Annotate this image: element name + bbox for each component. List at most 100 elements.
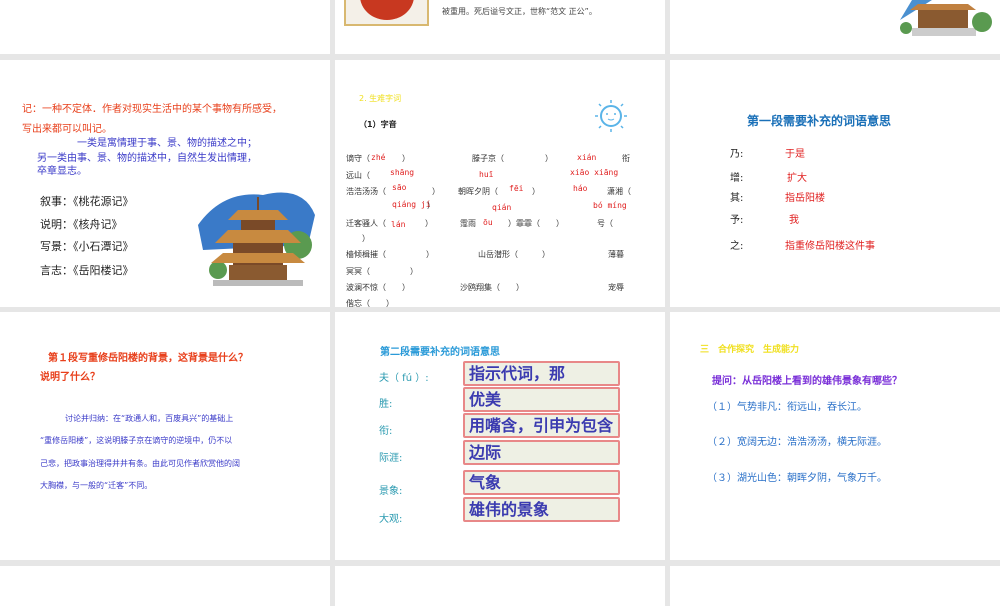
list-item: 言志：《岳阳楼记》 — [40, 264, 134, 277]
answer-line: （２）宽阔无边：浩浩汤汤，横无际涯。 — [707, 437, 887, 448]
term-label: 乃: — [730, 149, 744, 160]
vocab-word: 迁客骚人（ — [346, 219, 386, 228]
vocab-word: 朝晖夕阴（ — [458, 187, 498, 196]
slide-title: 第一段需要补充的词语意思 — [747, 114, 892, 128]
description-line: 卒章显志。 — [37, 166, 87, 177]
section-heading: 三 合作探究 生成能力 — [700, 345, 800, 355]
term-meaning: 扩大 — [787, 173, 807, 184]
sun-icon — [595, 100, 627, 132]
vocab-word: 冥冥（ ） — [346, 267, 418, 276]
term-label: 衔: — [379, 426, 393, 437]
pinyin: qián — [492, 203, 512, 212]
term-label: 际涯: — [379, 453, 403, 464]
vocab-paren: ） — [362, 234, 370, 243]
pinyin: huī — [479, 170, 494, 179]
meaning-box: 优美 — [463, 387, 620, 412]
list-item: 写景：《小石潭记》 — [40, 240, 134, 253]
meaning-box: 指示代词，那 — [463, 361, 620, 386]
term-meaning: 指重修岳阳楼这件事 — [785, 241, 875, 252]
slide-thumbnail[interactable]: 被重用。死后谥号文正，世称“范文 正公”。 — [335, 0, 665, 54]
list-item: 说明：《核舟记》 — [40, 218, 123, 231]
definition-line: 写出来都可以叫记。 — [22, 124, 112, 135]
pinyin: lán — [391, 220, 406, 229]
slide-text: 被重用。死后谥号文正，世称“范文 正公”。 — [442, 7, 597, 16]
pinyin: zhé — [371, 153, 386, 162]
term-label: 其: — [730, 193, 744, 204]
vocab-word: 滕子京（ — [472, 154, 504, 163]
portrait-image — [344, 0, 429, 26]
question-line: 第１段写重修岳阳楼的背景，这背景是什么？ — [48, 353, 248, 364]
section-heading: 2. 生难字词 — [359, 94, 402, 103]
slide-thumbnail[interactable]: 第二段需要补充的词语意思 夫（ fú ）: 胜: 衔: 际涯: 景象: 大观: … — [335, 312, 665, 560]
vocab-word: 号（ — [597, 219, 613, 228]
slide-title: 第二段需要补充的词语意思 — [380, 347, 500, 358]
vocab-word: 衔 — [622, 154, 630, 163]
term-meaning: 我 — [789, 215, 799, 226]
pinyin: xiāo xiāng — [570, 168, 619, 177]
vocab-word: 樯倾楫摧（ ） — [346, 250, 434, 259]
vocab-word: 宠辱 — [608, 283, 624, 292]
vocab-word: 薄暮 — [608, 250, 624, 259]
answer-line: 讨论并归纳：在“政通人和，百废具兴”的基础上 — [65, 414, 234, 423]
vocab-word: 浩浩汤汤（ — [346, 187, 386, 196]
question-line: 提问：从岳阳楼上看到的雄伟景象有哪些？ — [712, 376, 902, 387]
slide-thumbnail[interactable] — [0, 566, 330, 606]
term-meaning: 于是 — [785, 149, 805, 160]
slide-thumbnail[interactable]: 记：一种不定体．作者对现实生活中的某个事物有所感受， 写出来都可以叫记。 一类是… — [0, 60, 330, 307]
sub-heading: （1）字音 — [359, 120, 397, 129]
slide-thumbnail[interactable] — [335, 566, 665, 606]
vocab-word: 霪雨 — [460, 219, 476, 228]
vocab-paren: ） — [427, 201, 435, 210]
vocab-word: 偕忘（ ） — [346, 299, 394, 307]
term-label: 增: — [730, 173, 744, 184]
term-label: 大观: — [379, 514, 403, 525]
slide-thumbnail[interactable]: 第１段写重修岳阳楼的背景，这背景是什么？ 说明了什么？ 讨论并归纳：在“政通人和… — [0, 312, 330, 560]
pinyin: shāng — [390, 168, 415, 177]
slide-thumbnail[interactable]: 2. 生难字词 （1）字音 谪守（ zhé ） 滕子京（ ） xián 衔 远山… — [335, 60, 665, 307]
vocab-paren: ） — [545, 154, 553, 163]
vocab-word: 山岳潜形（ ） — [478, 250, 550, 259]
vocab-word: 沙鸥翔集（ ） — [460, 283, 524, 292]
term-label: 景象: — [379, 486, 403, 497]
description-line: 一类是寓情理于事、景、物的描述之中； — [77, 138, 257, 149]
slide-thumbnail[interactable] — [670, 566, 1000, 606]
list-item: 叙事：《桃花源记》 — [40, 195, 134, 208]
term-meaning: 指岳阳楼 — [785, 193, 825, 204]
term-label: 予: — [730, 215, 744, 226]
slide-thumbnail[interactable] — [0, 0, 330, 54]
slide-thumbnail[interactable] — [670, 0, 1000, 54]
pavilion-image — [198, 192, 315, 286]
vocab-word: ）霏霏（ ） — [508, 219, 564, 228]
term-label: 胜: — [379, 399, 393, 410]
term-label: 之: — [730, 241, 744, 252]
slide-thumbnail[interactable]: 三 合作探究 生成能力 提问：从岳阳楼上看到的雄伟景象有哪些？ （１）气势非凡：… — [670, 312, 1000, 560]
slide-thumbnail[interactable]: 第一段需要补充的词语意思 乃: 于是 增: 扩大 其: 指岳阳楼 予: 我 之:… — [670, 60, 1000, 307]
pavilion-image — [900, 0, 992, 36]
vocab-word: 潇湘（ — [607, 187, 631, 196]
meaning-box: 气象 — [463, 470, 620, 495]
vocab-paren: ） — [425, 219, 433, 228]
vocab-paren: ） — [532, 187, 540, 196]
vocab-paren: ） — [432, 187, 440, 196]
pinyin: ōu — [483, 218, 493, 227]
vocab-word: 远山（ — [346, 171, 370, 180]
term-label: 夫（ fú ）: — [379, 373, 429, 384]
answer-line: “重修岳阳楼”，这说明滕子京在谪守的逆境中，仍不以 — [40, 436, 233, 445]
vocab-word: 谪守（ — [346, 154, 370, 163]
meaning-box: 用嘴含，引申为包含 — [463, 413, 620, 438]
meaning-box: 边际 — [463, 440, 620, 465]
pinyin: fēi — [509, 184, 524, 193]
vocab-paren: ） — [402, 154, 410, 163]
answer-line: （３）湖光山色：朝晖夕阴，气象万千。 — [707, 473, 887, 484]
definition-line: 记：一种不定体．作者对现实生活中的某个事物有所感受， — [22, 104, 282, 115]
pinyin: xián — [577, 153, 597, 162]
question-line: 说明了什么？ — [40, 372, 100, 383]
meaning-box: 雄伟的景象 — [463, 497, 620, 522]
pinyin: sāo — [392, 183, 407, 192]
answer-line: 大胸襟，与一般的“迁客”不同。 — [40, 481, 153, 490]
answer-line: （１）气势非凡：衔远山，吞长江。 — [707, 402, 867, 413]
pinyin: qiáng jí — [392, 200, 431, 209]
vocab-word: 波澜不惊（ ） — [346, 283, 410, 292]
answer-line: 己悲，把政事治理得井井有条。由此可见作者欣赏他的阔 — [40, 459, 240, 468]
pinyin: háo — [573, 184, 588, 193]
